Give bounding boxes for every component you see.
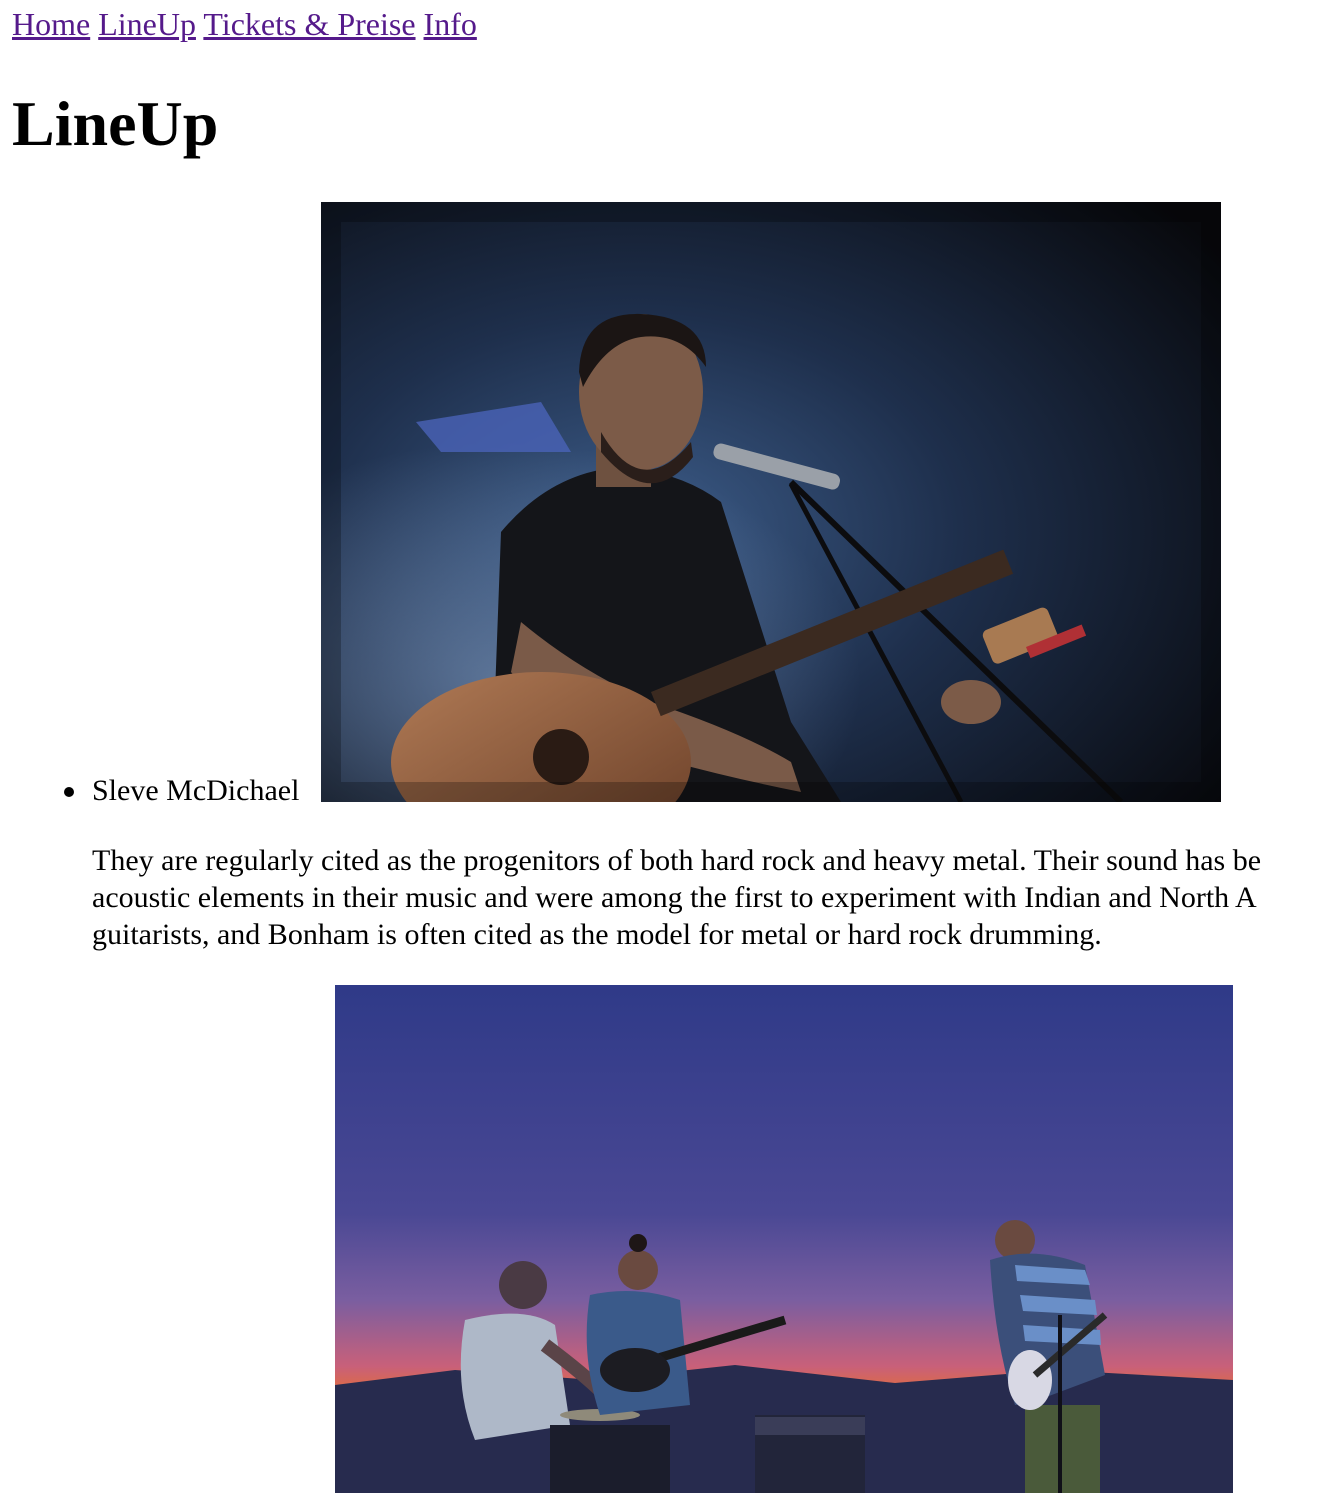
bio-line: They are regularly cited as the progenit…: [92, 844, 1262, 877]
artist-bio: They are regularly cited as the progenit…: [92, 842, 1332, 953]
page: Home LineUp Tickets & Preise Info LineUp…: [0, 0, 1332, 1493]
artist-name: Sleve McDichael: [92, 774, 300, 807]
bullet-icon: [64, 787, 74, 797]
artist-photo-singer: [321, 202, 1221, 802]
band-photo-sunset: [335, 985, 1233, 1493]
nav-link-tickets[interactable]: Tickets & Preise: [203, 6, 415, 42]
page-title: LineUp: [12, 88, 219, 159]
nav-link-home[interactable]: Home: [12, 6, 90, 42]
bio-line: guitarists, and Bonham is often cited as…: [92, 918, 1102, 951]
nav-link-info[interactable]: Info: [424, 6, 477, 42]
bio-line: acoustic elements in their music and wer…: [92, 881, 1257, 914]
top-navigation: Home LineUp Tickets & Preise Info: [12, 4, 477, 44]
nav-link-lineup[interactable]: LineUp: [98, 6, 196, 42]
